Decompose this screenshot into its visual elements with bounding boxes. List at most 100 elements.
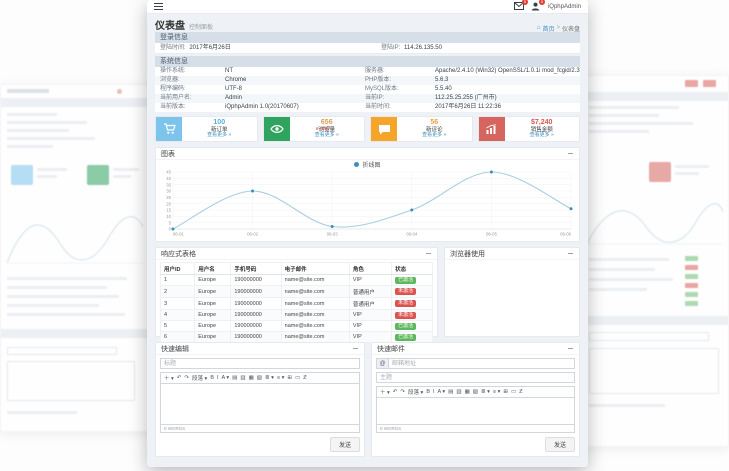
login-ip-value: 114.26.135.50 bbox=[404, 45, 442, 51]
sidebar-toggle-icon[interactable] bbox=[154, 3, 163, 10]
editor-content-area[interactable] bbox=[376, 397, 575, 425]
toolbar-button-icon[interactable]: ⊞ bbox=[503, 389, 508, 395]
table-cell: VIP bbox=[349, 332, 391, 343]
svg-text:30: 30 bbox=[166, 189, 171, 194]
toolbar-button-icon[interactable]: ▤ bbox=[232, 375, 237, 381]
toolbar-button-icon[interactable]: ▧ bbox=[473, 389, 478, 395]
stat-card-info: 100新订单查看更多 » bbox=[182, 117, 257, 141]
collapse-icon[interactable] bbox=[566, 150, 574, 158]
background-red-chip bbox=[685, 283, 698, 288]
toolbar-button-icon[interactable]: ▦ bbox=[465, 389, 470, 395]
breadcrumb-home-link[interactable]: 首页 bbox=[542, 24, 554, 33]
system-info-cell: Apache/2.4.10 (Win32) OpenSSL/1.0.1i mod… bbox=[435, 67, 580, 76]
status-badge: 未激活 bbox=[395, 312, 416, 319]
recipient-input[interactable] bbox=[388, 358, 575, 369]
notifications-icon[interactable]: 5 bbox=[531, 2, 541, 11]
breadcrumb-current: 仪表盘 bbox=[562, 24, 580, 33]
toolbar-button-icon[interactable]: ＋ ▾ bbox=[380, 388, 390, 396]
send-button[interactable]: 发送 bbox=[330, 437, 360, 452]
background-skeleton bbox=[7, 286, 107, 289]
stat-card-more-link[interactable]: 查看更多 » bbox=[422, 133, 446, 139]
collapse-icon[interactable] bbox=[351, 345, 359, 353]
browser-panel-title: 浏览器使用 bbox=[450, 249, 485, 259]
toolbar-button-icon[interactable]: ▦ bbox=[249, 375, 254, 381]
svg-text:06-02: 06-02 bbox=[247, 231, 259, 236]
background-skeleton bbox=[675, 165, 709, 168]
toolbar-button-icon[interactable]: B bbox=[210, 375, 214, 381]
toolbar-button-icon[interactable]: 段落 ▾ bbox=[408, 388, 423, 396]
toolbar-button-icon[interactable]: ↷ bbox=[400, 389, 405, 395]
stat-card-info: $7,240销售金额查看更多 » bbox=[505, 117, 580, 141]
stat-card-more-link[interactable]: 查看更多 » bbox=[207, 133, 231, 139]
toolbar-button-icon[interactable]: ▭ bbox=[511, 389, 516, 395]
toolbar-button-icon[interactable]: ≣ ▾ bbox=[481, 389, 490, 395]
stat-card: 100新订单查看更多 » bbox=[155, 116, 258, 142]
table-cell: name@site.com bbox=[281, 310, 349, 321]
legend-label: 折线图 bbox=[362, 160, 380, 169]
toolbar-button-icon[interactable]: ▤ bbox=[448, 389, 453, 395]
table-cell: name@site.com bbox=[281, 321, 349, 332]
toolbar-button-icon[interactable]: ≡ ▾ bbox=[493, 389, 501, 395]
collapse-icon[interactable] bbox=[566, 345, 574, 353]
background-red-chip bbox=[685, 80, 698, 87]
toolbar-button-icon[interactable]: ⊞ bbox=[287, 375, 292, 381]
quick-mail-title: 快速邮件 bbox=[377, 344, 405, 354]
login-time-label: 登陆时间: bbox=[160, 45, 186, 51]
background-skeleton bbox=[589, 130, 649, 133]
collapse-icon[interactable] bbox=[566, 250, 574, 258]
toolbar-button-icon[interactable]: ▭ bbox=[295, 375, 300, 381]
background-skeleton bbox=[589, 332, 709, 341]
toolbar-button-icon[interactable]: 段落 ▾ bbox=[192, 374, 207, 382]
background-skeleton bbox=[7, 411, 77, 414]
system-info-cell: 服务器: bbox=[365, 67, 435, 76]
table-column-header: 电子邮件 bbox=[281, 263, 349, 275]
word-count: 0 WORDS bbox=[376, 425, 575, 433]
table-cell: 190000000 bbox=[231, 332, 281, 343]
system-info-cell: 操作系统: bbox=[155, 67, 225, 76]
background-skeleton bbox=[113, 168, 139, 171]
system-info-cell: 当前IP: bbox=[365, 94, 435, 103]
toolbar-button-icon[interactable]: B bbox=[426, 389, 430, 395]
toolbar-button-icon[interactable]: ↶ bbox=[393, 389, 398, 395]
toolbar-button-icon[interactable]: A ▾ bbox=[222, 375, 230, 381]
main-window: 5 5 iQphpAdmin 仪表盘 控制面板 ⌂ 首页 bbox=[147, 0, 588, 467]
background-green-chip bbox=[685, 292, 698, 297]
toolbar-button-icon[interactable]: I bbox=[433, 389, 435, 395]
collapse-icon[interactable] bbox=[424, 250, 432, 258]
toolbar-button-icon[interactable]: ≡ ▾ bbox=[277, 375, 285, 381]
editor-toolbar: ＋ ▾↶↷段落 ▾BIA ▾▤▥ ▦▧≣ ▾≡ ▾⊞▭Ƶ bbox=[376, 386, 575, 397]
table-cell: name@site.com bbox=[281, 275, 349, 286]
toolbar-button-icon[interactable]: ▥ bbox=[456, 389, 461, 395]
table-cell: 3 bbox=[161, 298, 195, 310]
user-table: 用户ID用户名手机号码电子邮件角色状态 1Europe190000000name… bbox=[160, 262, 433, 343]
stat-card-info: 56新评论查看更多 » bbox=[397, 117, 472, 141]
toolbar-button-icon[interactable]: ↷ bbox=[184, 375, 189, 381]
messages-icon[interactable]: 5 bbox=[514, 2, 524, 11]
send-button[interactable]: 发送 bbox=[545, 437, 575, 452]
toolbar-button-icon[interactable]: Ƶ bbox=[303, 375, 306, 381]
toolbar-button-icon[interactable]: Ƶ bbox=[519, 389, 522, 395]
table-cell: 190000000 bbox=[231, 275, 281, 286]
browser-usage-panel: 浏览器使用 bbox=[444, 247, 580, 337]
title-input[interactable] bbox=[160, 358, 360, 369]
editor-content-area[interactable] bbox=[160, 383, 360, 425]
toolbar-button-icon[interactable]: I bbox=[217, 375, 219, 381]
toolbar-button-icon[interactable]: ▧ bbox=[257, 375, 262, 381]
stat-card-number: $7,240 bbox=[531, 119, 552, 127]
subject-input[interactable] bbox=[376, 372, 575, 383]
toolbar-button-icon[interactable]: ▥ bbox=[240, 375, 245, 381]
toolbar-button-icon[interactable]: ≣ ▾ bbox=[265, 375, 274, 381]
system-info-cell: 浏览器: bbox=[155, 76, 225, 85]
stat-card-more-link[interactable]: 查看更多 » bbox=[315, 133, 339, 139]
system-info-cell: iQphpAdmin 1.0(20170607) bbox=[225, 103, 365, 112]
toolbar-button-icon[interactable]: ↶ bbox=[177, 375, 182, 381]
background-red-chip bbox=[703, 80, 716, 87]
system-info-cell: 当前时间: bbox=[365, 103, 435, 112]
user-menu[interactable]: iQphpAdmin bbox=[548, 4, 581, 10]
table-cell-status: 已激活 bbox=[392, 275, 433, 286]
background-skeleton bbox=[7, 295, 119, 298]
toolbar-button-icon[interactable]: ＋ ▾ bbox=[164, 374, 174, 382]
toolbar-button-icon[interactable]: A ▾ bbox=[438, 389, 446, 395]
stat-card-more-link[interactable]: 查看更多 » bbox=[530, 133, 554, 139]
stat-card: 656浏览量查看更多 » bbox=[263, 116, 366, 142]
